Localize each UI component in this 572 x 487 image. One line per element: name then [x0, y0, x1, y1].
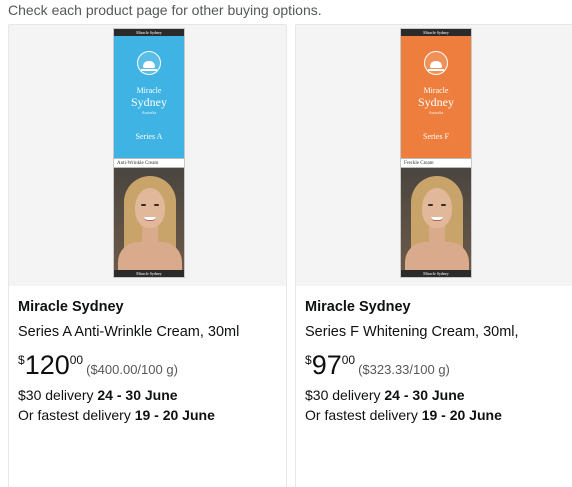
- price-fraction: 00: [341, 353, 356, 367]
- product-title-link[interactable]: Series F Whitening Cream, 30ml,: [305, 322, 567, 342]
- unit-price: ($400.00/100 g): [86, 362, 178, 377]
- opera-house-logo-icon: [424, 51, 448, 75]
- fastest-dates: 19 - 20 June: [421, 407, 502, 423]
- fastest-dates: 19 - 20 June: [134, 407, 215, 423]
- package-bottom-band: Miracle Sydney: [401, 270, 471, 277]
- product-title-link[interactable]: Series A Anti-Wrinkle Cream, 30ml: [18, 322, 280, 342]
- product-info: Miracle Sydney Series A Anti-Wrinkle Cre…: [18, 297, 280, 425]
- package-brand-line2: Sydney: [131, 95, 167, 109]
- package-brand-line1: Miracle: [423, 86, 449, 95]
- package-color-panel: Miracle Sydney Australia Series A: [114, 36, 184, 158]
- package-top-band: Miracle Sydney: [114, 29, 184, 36]
- price-fraction: 00: [69, 353, 84, 367]
- delivery-info: $30 delivery 24 - 30 June: [305, 385, 567, 405]
- package-brand-line3: Australia: [428, 110, 444, 115]
- product-package-image: Miracle Sydney Miracle Sydney Australia …: [400, 28, 472, 278]
- delivery-prefix: $30 delivery: [18, 387, 98, 403]
- model-photo: [401, 168, 471, 272]
- fastest-prefix: Or fastest delivery: [18, 407, 135, 423]
- delivery-prefix: $30 delivery: [305, 387, 385, 403]
- price-symbol: $: [305, 353, 312, 367]
- delivery-dates: 24 - 30 June: [384, 387, 465, 403]
- price-whole: 97: [311, 350, 342, 380]
- delivery-dates: 24 - 30 June: [97, 387, 178, 403]
- price-whole: 120: [24, 350, 70, 380]
- fastest-delivery-info: Or fastest delivery 19 - 20 June: [305, 405, 567, 425]
- product-package-image: Miracle Sydney Miracle Sydney Australia …: [113, 28, 185, 278]
- product-price[interactable]: $9700($323.33/100 g): [305, 351, 567, 381]
- product-image[interactable]: Miracle Sydney Miracle Sydney Australia …: [296, 25, 572, 286]
- unit-price: ($323.33/100 g): [358, 362, 450, 377]
- price-symbol: $: [18, 353, 25, 367]
- fastest-prefix: Or fastest delivery: [305, 407, 422, 423]
- package-brand-line1: Miracle: [136, 86, 162, 95]
- package-label: Anti-Wrinkle Cream: [114, 158, 184, 168]
- package-top-band: Miracle Sydney: [401, 29, 471, 36]
- product-card[interactable]: Miracle Sydney Miracle Sydney Australia …: [295, 24, 572, 487]
- package-bottom-band: Miracle Sydney: [114, 270, 184, 277]
- package-series: Series F: [423, 132, 449, 141]
- buying-options-notice: Check each product page for other buying…: [8, 2, 322, 18]
- package-color-panel: Miracle Sydney Australia Series F: [401, 36, 471, 158]
- package-label: Freckle Cream: [401, 158, 471, 168]
- product-brand: Miracle Sydney: [18, 299, 124, 315]
- delivery-info: $30 delivery 24 - 30 June: [18, 385, 280, 405]
- package-series: Series A: [135, 132, 163, 141]
- product-card[interactable]: Miracle Sydney Miracle Sydney Australia …: [8, 24, 287, 487]
- product-info: Miracle Sydney Series F Whitening Cream,…: [305, 297, 567, 425]
- opera-house-logo-icon: [137, 51, 161, 75]
- package-brand-line3: Australia: [141, 110, 157, 115]
- product-image[interactable]: Miracle Sydney Miracle Sydney Australia …: [9, 25, 286, 286]
- model-photo: [114, 168, 184, 272]
- package-brand-line2: Sydney: [418, 95, 454, 109]
- product-price[interactable]: $12000($400.00/100 g): [18, 351, 280, 381]
- fastest-delivery-info: Or fastest delivery 19 - 20 June: [18, 405, 280, 425]
- product-brand: Miracle Sydney: [305, 299, 411, 315]
